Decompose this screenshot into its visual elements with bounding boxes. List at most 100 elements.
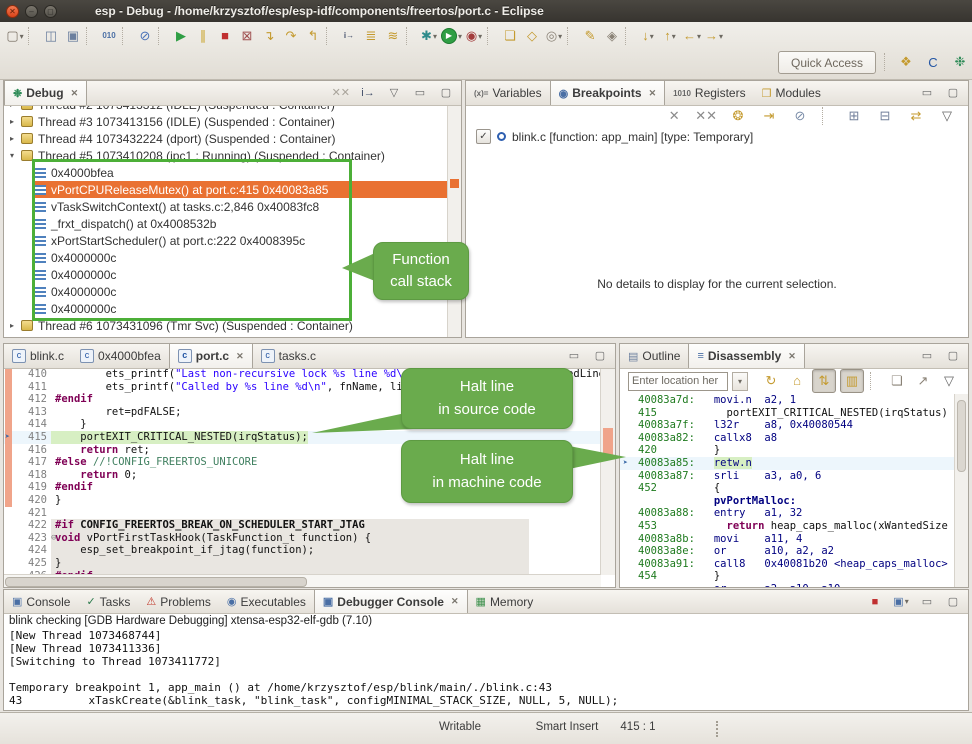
close-icon[interactable]: ✕	[649, 88, 657, 99]
breakpoints-toolbar-button[interactable]: ✕✕	[694, 105, 718, 127]
toolbar-button[interactable]: → ▾	[703, 25, 725, 47]
view-tab[interactable]: ✓ Tasks ✕	[78, 590, 138, 613]
dropdown-arrow-icon[interactable]: ▾	[20, 32, 24, 41]
dropdown-arrow-icon[interactable]: ▾	[558, 32, 562, 41]
debug-call-stack-tree[interactable]: ▸ Thread #2 1073413312 (IDLE) (Suspended…	[4, 105, 448, 337]
debug-tree-row[interactable]: 0x4000000c	[34, 283, 448, 300]
toolbar-button[interactable]: ← ▾	[681, 25, 703, 47]
maximize-view-button[interactable]: ▢	[591, 345, 609, 367]
view-toolbar-button[interactable]: ✕✕	[331, 82, 351, 104]
debug-tree-row[interactable]: ▸ Thread #4 1073432224 (dport) (Suspende…	[10, 130, 448, 147]
disassembly-toolbar-button[interactable]	[870, 372, 880, 390]
expand-arrow-icon[interactable]: ▸	[10, 321, 21, 330]
expand-arrow-icon[interactable]: ▸	[10, 134, 21, 143]
minimize-view-button[interactable]: ▭	[918, 82, 936, 104]
breakpoints-toolbar-button[interactable]: ⊟	[874, 105, 896, 127]
view-toolbar-button[interactable]: ▢	[437, 82, 455, 104]
toolbar-button[interactable]: ▾	[487, 27, 497, 45]
perspective-button[interactable]: C	[921, 51, 945, 73]
close-icon[interactable]: ✕	[788, 351, 796, 362]
debug-tree-row[interactable]: 0x4000000c	[34, 249, 448, 266]
console-toolbar-button[interactable]: ▢ ▾	[944, 591, 962, 613]
toolbar-button[interactable]: ▶ ▾	[170, 25, 192, 47]
window-close-button[interactable]: ✕	[6, 5, 19, 18]
breakpoints-toolbar-button[interactable]: ⇥	[758, 105, 780, 127]
toolbar-button[interactable]: ◎ ▾	[543, 25, 565, 47]
toolbar-button[interactable]: ■ ▾	[214, 25, 236, 47]
expand-arrow-icon[interactable]: ▾	[10, 151, 21, 160]
toolbar-button[interactable]: ◉ ▾	[463, 25, 485, 47]
console-toolbar-button[interactable]: ▣ ▾	[892, 591, 910, 613]
view-tab[interactable]: ❒ Modules ✕	[754, 81, 829, 105]
toolbar-button[interactable]: ▾	[122, 27, 132, 45]
toolbar-button[interactable]: ◈ ▾	[601, 25, 623, 47]
close-icon[interactable]: ✕	[71, 88, 79, 99]
disassembly-code[interactable]: ➤ 40083a7d: movi.n a2, 1 ➤ 415 portEXIT_…	[620, 394, 955, 587]
toolbar-button[interactable]: 010 ▾	[98, 25, 120, 47]
debug-tree-row[interactable]: vPortCPUReleaseMutex() at port.c:415 0x4…	[34, 181, 448, 198]
view-toolbar-button[interactable]: i→	[359, 82, 377, 104]
toolbar-button[interactable]: ▾	[28, 27, 38, 45]
close-icon[interactable]: ✕	[236, 351, 244, 362]
toolbar-button[interactable]: ❏ ▾	[499, 25, 521, 47]
toolbar-button[interactable]: ▣ ▾	[62, 25, 84, 47]
toolbar-button[interactable]: ≋ ▾	[382, 25, 404, 47]
debug-tree-row[interactable]: ▸ Thread #6 1073431096 (Tmr Svc) (Suspen…	[10, 317, 448, 334]
console-toolbar-button[interactable]: ▭ ▾	[918, 591, 936, 613]
disassembly-toolbar-button[interactable]: ⌂	[786, 370, 808, 392]
breakpoint-entry[interactable]: ✓ blink.c [function: app_main] [type: Te…	[476, 129, 753, 144]
toolbar-button[interactable]: ∥ ▾	[192, 25, 214, 47]
debug-tree-row[interactable]: ▾ Thread #5 1073410208 (ipc1 : Running) …	[10, 147, 448, 164]
scrollbar-thumb[interactable]	[957, 400, 966, 472]
disassembly-toolbar-button[interactable]: ▽	[938, 370, 960, 392]
debug-tree-row[interactable]: 0x4000000c	[34, 300, 448, 317]
toolbar-button[interactable]: ▢ ▾	[4, 25, 26, 47]
toolbar-button[interactable]: ▾	[158, 27, 168, 45]
breakpoints-toolbar-button[interactable]: ⊘	[789, 105, 811, 127]
debug-tree-row[interactable]: vTaskSwitchContext() at tasks.c:2,846 0x…	[34, 198, 448, 215]
view-tab[interactable]: ▦ Memory ✕	[468, 590, 542, 613]
editor-horizontal-scrollbar[interactable]	[4, 574, 601, 587]
perspective-button[interactable]: ❖	[894, 51, 918, 73]
disassembly-toolbar-button[interactable]: ❏	[886, 370, 908, 392]
toolbar-button[interactable]: i→ ▾	[338, 25, 360, 47]
view-tab[interactable]: ▤ Outline ✕	[620, 344, 688, 368]
dropdown-arrow-icon[interactable]: ▾	[719, 32, 723, 41]
toolbar-button[interactable]: ⊘ ▾	[134, 25, 156, 47]
breakpoints-toolbar-button[interactable]: ✕	[663, 105, 685, 127]
dropdown-arrow-icon[interactable]: ▾	[650, 32, 654, 41]
editor-tab[interactable]: c blink.c ✕	[4, 344, 72, 368]
breakpoints-toolbar-button[interactable]: ⊞	[843, 105, 865, 127]
disassembly-toolbar-button[interactable]: ↗	[912, 370, 934, 392]
toolbar-button[interactable]: ↷ ▾	[280, 25, 302, 47]
source-code-editor[interactable]: ➤ 410 ⊖ ets_printf("Last non-recursive l…	[4, 368, 601, 575]
disassembly-toolbar-button[interactable]: ⇅	[812, 369, 836, 393]
view-tab[interactable]: ▣ Debugger Console ✕	[314, 590, 468, 613]
toolbar-button[interactable]: ▾	[86, 27, 96, 45]
toolbar-button[interactable]: ✎ ▾	[579, 25, 601, 47]
location-dropdown-icon[interactable]: ▾	[732, 372, 748, 391]
editor-tab[interactable]: c tasks.c ✕	[253, 344, 324, 368]
maximize-view-button[interactable]: ▢	[944, 345, 962, 367]
expand-arrow-icon[interactable]: ▸	[10, 117, 21, 126]
dropdown-arrow-icon[interactable]: ▾	[478, 32, 482, 41]
location-input[interactable]	[628, 372, 728, 391]
toolbar-button[interactable]: ▾	[406, 27, 416, 45]
toolbar-button[interactable]: ↴ ▾	[258, 25, 280, 47]
disassembly-toolbar-button[interactable]: ▥	[840, 369, 864, 393]
tab-debug[interactable]: ❉ Debug ✕	[4, 81, 87, 105]
view-tab[interactable]: ◉ Executables ✕	[219, 590, 314, 613]
toolbar-button[interactable]: ▾	[326, 27, 336, 45]
console-output[interactable]: blink checking [GDB Hardware Debugging] …	[4, 613, 968, 710]
toolbar-button[interactable]: ◇ ▾	[521, 25, 543, 47]
window-maximize-button[interactable]: ◻	[44, 5, 57, 18]
dropdown-arrow-icon[interactable]: ▾	[697, 32, 701, 41]
dropdown-arrow-icon[interactable]: ▾	[905, 597, 909, 606]
scrollbar-thumb[interactable]	[5, 577, 307, 587]
debug-overview-ruler[interactable]	[447, 105, 461, 337]
toolbar-button[interactable]: ≣ ▾	[360, 25, 382, 47]
view-toolbar-button[interactable]: ▭	[411, 82, 429, 104]
debug-tree-row[interactable]: xPortStartScheduler() at port.c:222 0x40…	[34, 232, 448, 249]
breakpoints-toolbar-button[interactable]	[822, 107, 832, 125]
toolbar-button[interactable]: ▶ ▾	[440, 25, 463, 47]
